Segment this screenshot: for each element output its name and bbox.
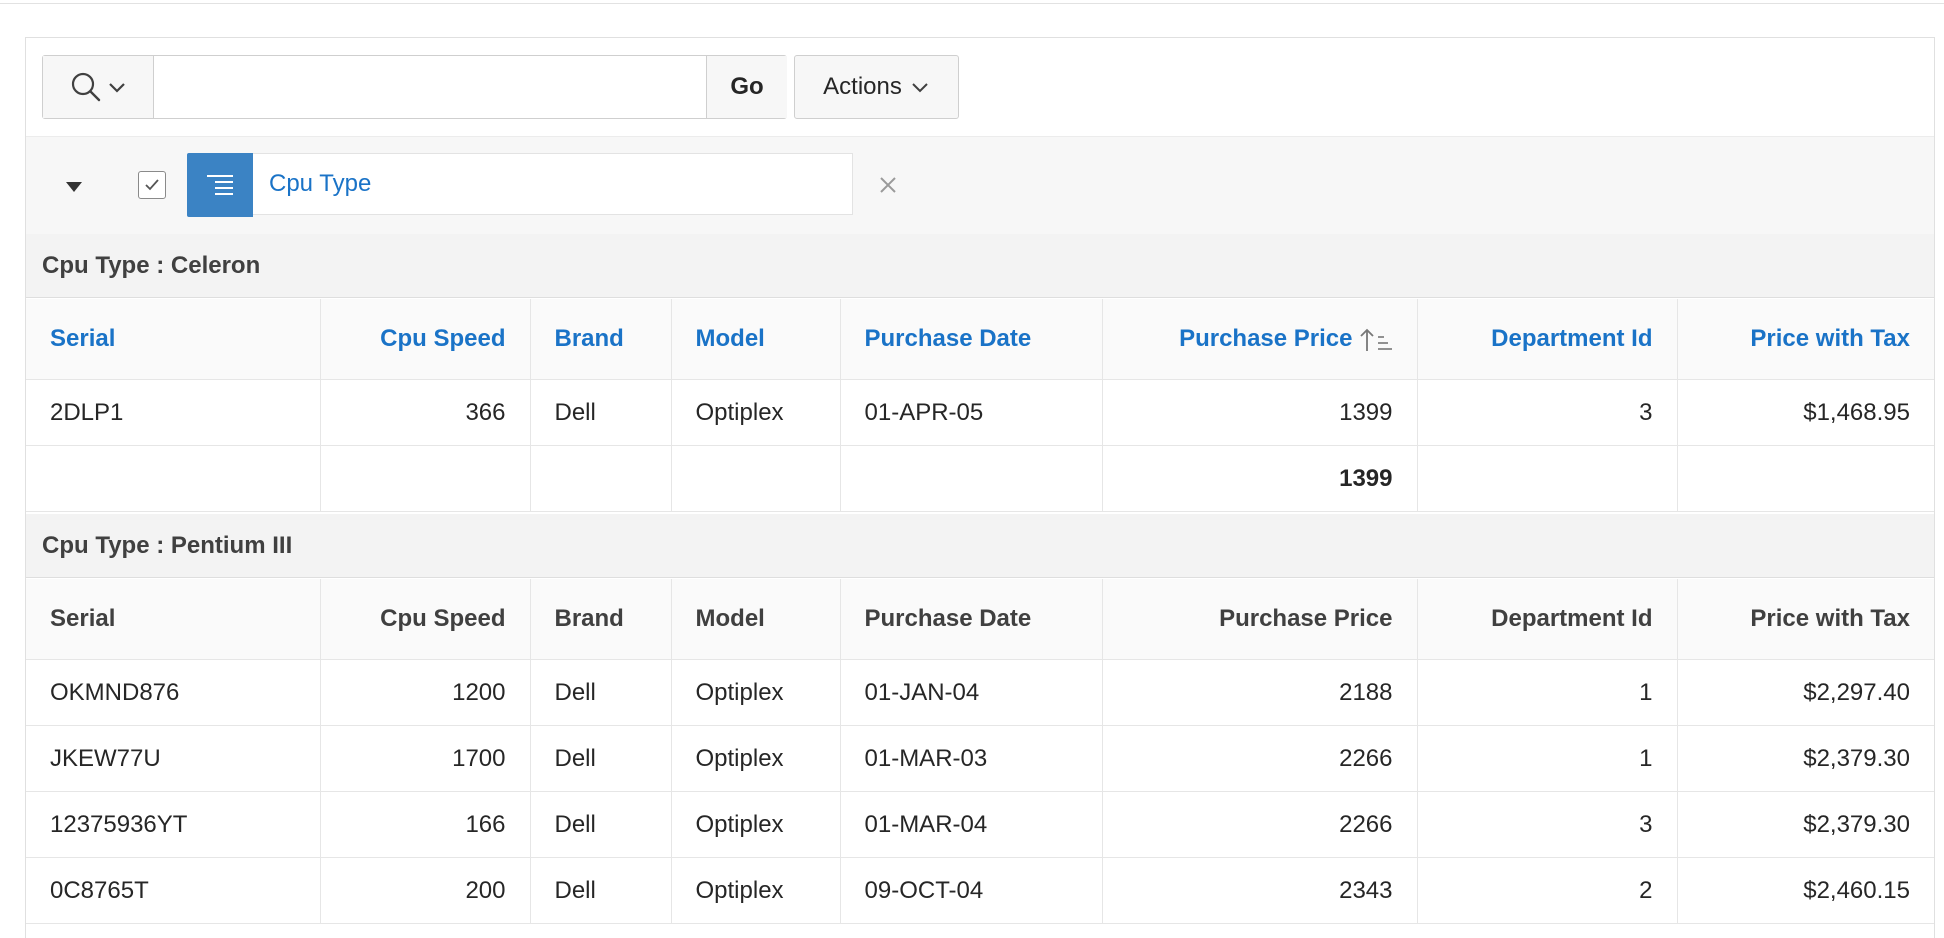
table-row: JKEW77U 1700 Dell Optiplex 01-MAR-03 226… <box>26 725 1934 792</box>
column-header-purchase-price[interactable]: Purchase Price <box>1102 299 1418 380</box>
cell-empty <box>26 445 321 512</box>
group-header: Cpu Type : Celeron <box>26 234 1934 298</box>
column-header-cpu-speed[interactable]: Cpu Speed <box>320 299 531 380</box>
cell-purchase-date: 01-JAN-04 <box>840 659 1103 726</box>
cell-price-with-tax: $1,468.95 <box>1677 379 1934 446</box>
cell-price-with-tax: $2,460.15 <box>1677 857 1934 924</box>
cell-cpu-speed: 200 <box>320 857 531 924</box>
report-settings-bar: Cpu Type <box>26 136 1934 236</box>
column-header-purchase-price: Purchase Price <box>1102 579 1418 660</box>
actions-menu-button[interactable]: Actions <box>794 55 959 119</box>
interactive-report: Go Actions Cpu Type Cpu Type: Celeron S… <box>25 37 1935 938</box>
cell-department-id: 3 <box>1417 791 1678 858</box>
cell-purchase-price: 1399 <box>1102 379 1418 446</box>
actions-label: Actions <box>823 73 902 100</box>
cell-purchase-date: 01-MAR-04 <box>840 791 1103 858</box>
close-icon <box>880 177 896 193</box>
table-row: 0C8765T 200 Dell Optiplex 09-OCT-04 2343… <box>26 857 1934 924</box>
remove-control-break-button[interactable] <box>874 171 902 199</box>
control-break-link[interactable]: Cpu Type <box>253 153 853 215</box>
cell-serial: 2DLP1 <box>26 379 321 446</box>
chevron-down-icon <box>912 83 928 93</box>
table-row: OKMND876 1200 Dell Optiplex 01-JAN-04 21… <box>26 659 1934 726</box>
go-button[interactable]: Go <box>706 56 787 118</box>
checkmark-icon <box>145 179 159 191</box>
cell-department-id: 3 <box>1417 379 1678 446</box>
cell-model: Optiplex <box>671 379 841 446</box>
cell-serial: JKEW77U <box>26 725 321 792</box>
table-row: 2DLP1 366 Dell Optiplex 01-APR-05 1399 3… <box>26 379 1934 446</box>
cell-empty <box>320 445 531 512</box>
cell-brand: Dell <box>530 857 672 924</box>
cell-department-id: 1 <box>1417 659 1678 726</box>
cell-empty <box>840 445 1103 512</box>
group-header: Cpu Type : Pentium III <box>26 514 1934 578</box>
control-break-icon-box <box>187 153 253 217</box>
column-header-cpu-speed: Cpu Speed <box>320 579 531 660</box>
column-header-model: Model <box>671 579 841 660</box>
cell-empty <box>671 445 841 512</box>
cell-empty <box>1677 445 1934 512</box>
cell-purchase-price: 2266 <box>1102 791 1418 858</box>
column-header-purchase-date: Purchase Date <box>840 579 1103 660</box>
column-header-label: Purchase Price <box>1179 325 1353 352</box>
search-column-menu-button[interactable] <box>43 56 154 118</box>
enable-control-break-checkbox[interactable] <box>138 171 166 199</box>
table-header-row: Serial Cpu Speed Brand Model Purchase Da… <box>26 579 1934 660</box>
report-table: Serial Cpu Speed Brand Model Purchase Da… <box>26 299 1934 512</box>
report-table: Serial Cpu Speed Brand Model Purchase Da… <box>26 579 1934 924</box>
cell-empty <box>530 445 672 512</box>
column-header-purchase-date[interactable]: Purchase Date <box>840 299 1103 380</box>
column-header-brand: Brand <box>530 579 672 660</box>
column-header-brand[interactable]: Brand <box>530 299 672 380</box>
column-header-serial[interactable]: Serial <box>26 299 321 380</box>
column-header-price-with-tax[interactable]: Price with Tax <box>1677 299 1934 380</box>
cell-brand: Dell <box>530 725 672 792</box>
cell-model: Optiplex <box>671 857 841 924</box>
cell-purchase-date: 09-OCT-04 <box>840 857 1103 924</box>
cell-model: Optiplex <box>671 725 841 792</box>
column-header-price-with-tax: Price with Tax <box>1677 579 1934 660</box>
aggregate-row: 1399 <box>26 445 1934 512</box>
search-icon <box>71 72 101 102</box>
cell-cpu-speed: 366 <box>320 379 531 446</box>
cell-department-id: 1 <box>1417 725 1678 792</box>
cell-serial: 12375936YT <box>26 791 321 858</box>
cell-model: Optiplex <box>671 659 841 726</box>
cell-cpu-speed: 1700 <box>320 725 531 792</box>
cell-serial: 0C8765T <box>26 857 321 924</box>
cell-price-with-tax: $2,379.30 <box>1677 725 1934 792</box>
chevron-down-icon <box>109 83 125 93</box>
cell-serial: OKMND876 <box>26 659 321 726</box>
cell-purchase-price: 2343 <box>1102 857 1418 924</box>
control-break-icon <box>207 175 233 195</box>
cell-brand: Dell <box>530 791 672 858</box>
sort-ascending-icon <box>1359 328 1392 351</box>
cell-purchase-date: 01-APR-05 <box>840 379 1103 446</box>
table-header-row: Serial Cpu Speed Brand Model Purchase Da… <box>26 299 1934 380</box>
table-row: 12375936YT 166 Dell Optiplex 01-MAR-04 2… <box>26 791 1934 858</box>
cell-cpu-speed: 1200 <box>320 659 531 726</box>
column-header-model[interactable]: Model <box>671 299 841 380</box>
column-header-department-id: Department Id <box>1417 579 1678 660</box>
sum-purchase-price: 1399 <box>1102 445 1418 512</box>
column-header-department-id[interactable]: Department Id <box>1417 299 1678 380</box>
page-top-border <box>0 0 1944 4</box>
search-bar: Go <box>42 55 787 119</box>
cell-price-with-tax: $2,297.40 <box>1677 659 1934 726</box>
search-input[interactable] <box>154 56 706 118</box>
cell-cpu-speed: 166 <box>320 791 531 858</box>
cell-purchase-price: 2266 <box>1102 725 1418 792</box>
cell-price-with-tax: $2,379.30 <box>1677 791 1934 858</box>
cell-purchase-price: 2188 <box>1102 659 1418 726</box>
cell-model: Optiplex <box>671 791 841 858</box>
cell-brand: Dell <box>530 659 672 726</box>
cell-empty <box>1417 445 1678 512</box>
collapse-triangle-icon[interactable] <box>64 177 84 197</box>
cell-department-id: 2 <box>1417 857 1678 924</box>
cell-purchase-date: 01-MAR-03 <box>840 725 1103 792</box>
cell-brand: Dell <box>530 379 672 446</box>
column-header-serial: Serial <box>26 579 321 660</box>
